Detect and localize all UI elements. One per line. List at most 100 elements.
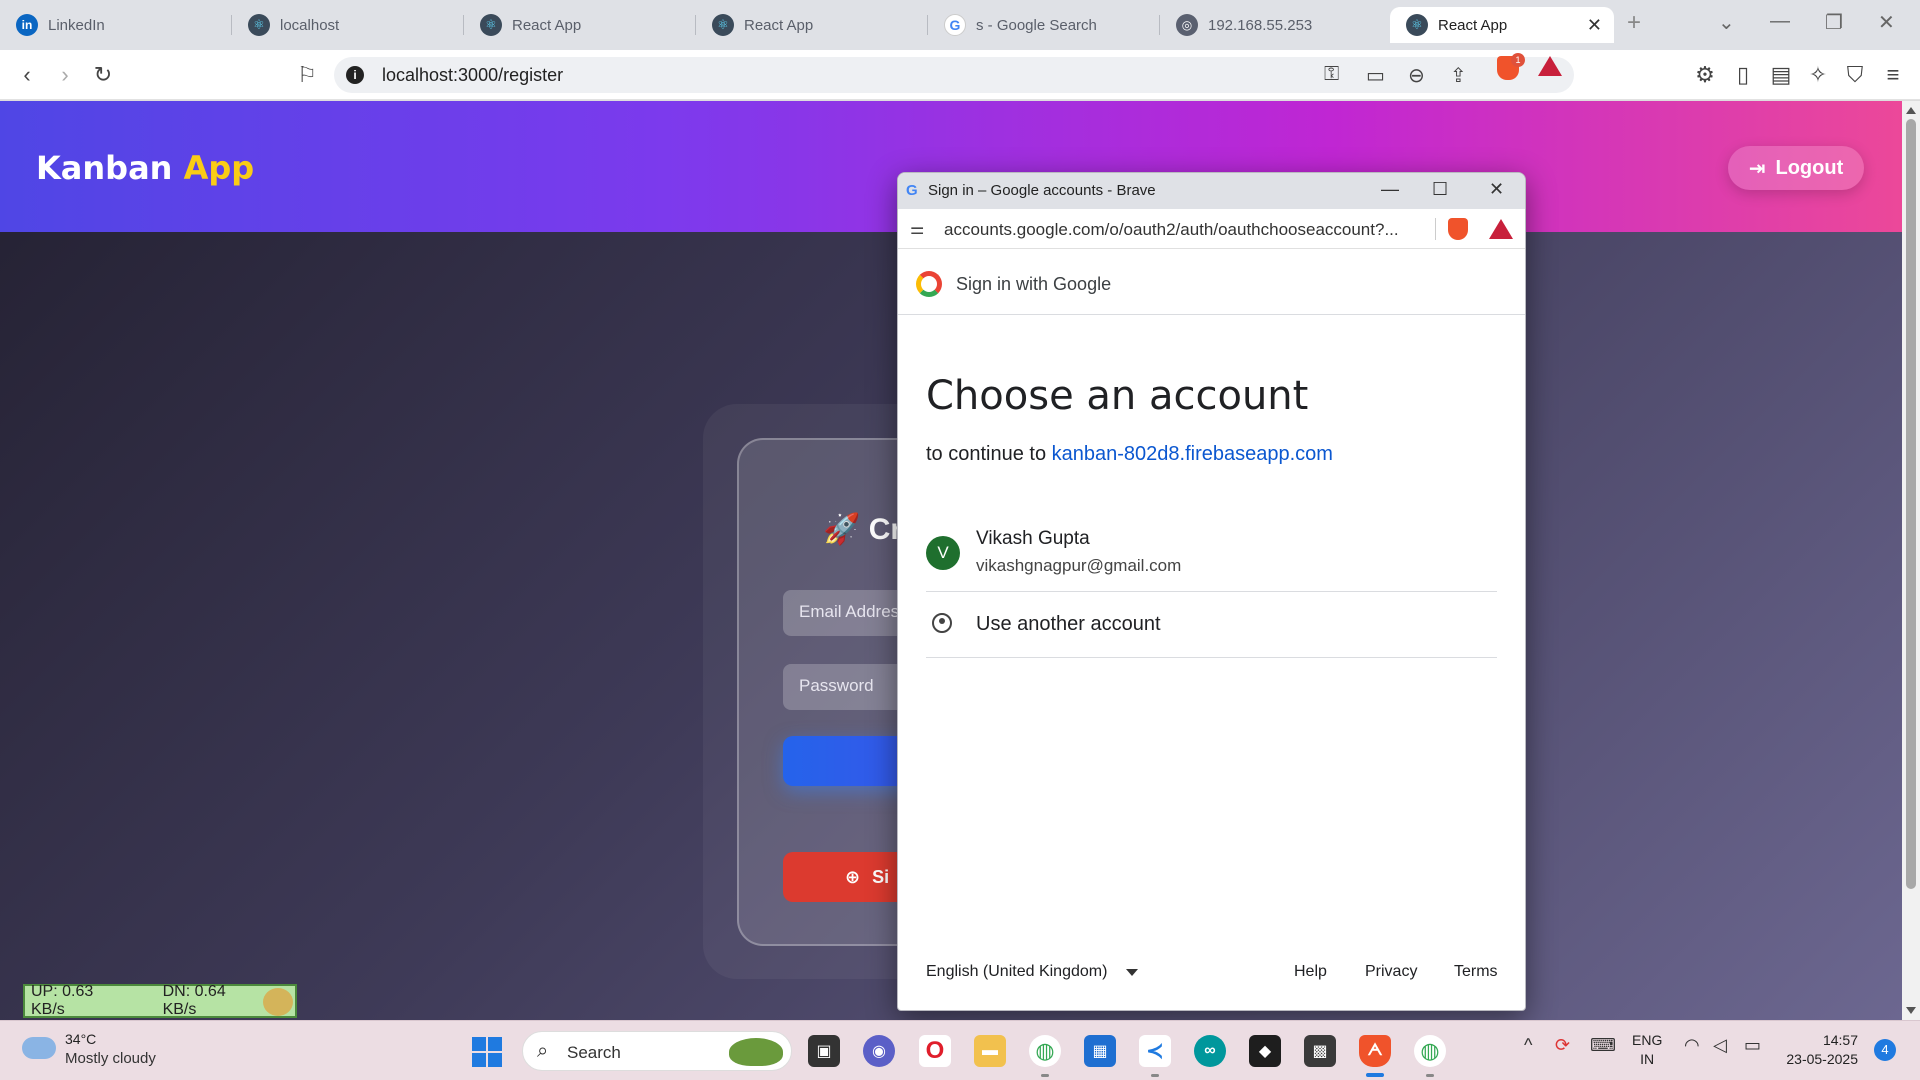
popup-minimize-button[interactable]: — [1381, 179, 1399, 200]
tab-ip-address[interactable]: ◎ 192.168.55.253 [1160, 7, 1392, 43]
logout-button[interactable]: ⇥ Logout [1728, 146, 1864, 190]
tab-localhost[interactable]: ⚛ localhost [232, 7, 464, 43]
tab-label: React App [512, 16, 582, 34]
keyboard-icon[interactable]: ⌨ [1590, 1035, 1616, 1056]
account-circle-icon [932, 613, 952, 633]
brave-rewards-icon[interactable] [1489, 219, 1513, 239]
key-icon[interactable]: ⚿ [1324, 63, 1339, 86]
popup-footer: English (United Kingdom) Help Privacy Te… [898, 963, 1525, 993]
share-icon[interactable]: ⇪ [1450, 63, 1467, 88]
brave-shields-icon[interactable] [1448, 218, 1468, 240]
tab-react-app-2[interactable]: ⚛ React App [696, 7, 928, 43]
language-selector[interactable]: English (United Kingdom) [926, 963, 1107, 981]
address-bar[interactable]: i localhost:3000/register ⚿ ▭ ⊖ ⇪ [334, 57, 1574, 93]
input-language[interactable]: ENG IN [1632, 1031, 1662, 1069]
scroll-up-icon[interactable] [1906, 107, 1916, 114]
scroll-down-icon[interactable] [1906, 1007, 1916, 1014]
close-tab-icon[interactable]: ✕ [1587, 15, 1602, 36]
app-domain-link[interactable]: kanban-802d8.firebaseapp.com [1052, 443, 1333, 465]
menu-icon[interactable]: ≡ [1878, 60, 1908, 90]
wallet-icon[interactable]: ▤ [1766, 60, 1796, 90]
teams-icon[interactable]: ◉ [863, 1035, 895, 1067]
start-button[interactable] [472, 1037, 502, 1067]
minimize-button[interactable]: — [1770, 10, 1790, 33]
reload-icon[interactable]: ↻ [88, 60, 118, 90]
use-another-account-option[interactable]: Use another account [926, 592, 1497, 658]
zoom-out-icon[interactable]: ⊖ [1408, 63, 1425, 88]
dropdown-caret-icon[interactable] [1126, 969, 1138, 976]
tab-google-search[interactable]: G s - Google Search [928, 7, 1160, 43]
privacy-link[interactable]: Privacy [1365, 963, 1417, 981]
brave-icon[interactable]: ᗅ [1359, 1035, 1391, 1067]
arduino-icon[interactable]: ∞ [1194, 1035, 1226, 1067]
chrome-icon[interactable]: ◍ [1029, 1035, 1061, 1067]
browser-tab-bar: in LinkedIn ⚛ localhost ⚛ React App ⚛ Re… [0, 0, 1920, 50]
account-option[interactable]: V Vikash Gupta vikashgnagpur@gmail.com [926, 522, 1497, 592]
site-settings-icon[interactable]: ⚌ [910, 219, 924, 239]
show-hidden-icons-chevron[interactable]: ^ [1524, 1035, 1532, 1056]
tab-label: s - Google Search [976, 16, 1097, 34]
page-scrollbar[interactable] [1902, 101, 1920, 1020]
account-name: Vikash Gupta [976, 528, 1090, 549]
network-monitor: UP: 0.63 KB/s DN: 0.64 KB/s [23, 983, 297, 1018]
back-arrow-icon[interactable]: ‹ [12, 60, 42, 90]
notification-badge[interactable]: 4 [1874, 1039, 1896, 1061]
google-icon: G [906, 182, 918, 199]
card-title: 🚀 Cr [823, 512, 902, 547]
app-brand[interactable]: Kanban App [36, 149, 254, 187]
logout-icon: ⇥ [1748, 157, 1766, 180]
windows-taskbar: 34°C Mostly cloudy ⌕ Search ▣ ◉ O ▬ ◍ ▦ … [0, 1020, 1920, 1080]
popup-close-button[interactable]: ✕ [1489, 179, 1504, 200]
taskbar-search[interactable]: ⌕ Search [522, 1031, 792, 1071]
volume-icon[interactable]: ◁ [1713, 1035, 1727, 1056]
help-link[interactable]: Help [1294, 963, 1327, 981]
language-code: ENG [1632, 1032, 1663, 1048]
popup-maximize-button[interactable]: ☐ [1432, 179, 1448, 200]
close-window-button[interactable]: ✕ [1878, 10, 1895, 35]
file-explorer-icon[interactable]: ▬ [974, 1035, 1006, 1067]
page-title: Choose an account [926, 373, 1309, 419]
sync-icon[interactable]: ⟳ [1555, 1035, 1570, 1056]
react-icon: ⚛ [480, 14, 502, 36]
task-view-icon[interactable]: ▣ [808, 1035, 840, 1067]
search-icon: ⌕ [537, 1040, 549, 1062]
rocket-icon: 🚀 [823, 513, 861, 546]
battery-icon[interactable]: ▭ [1744, 1035, 1761, 1056]
restore-button[interactable]: ❐ [1825, 10, 1843, 35]
tab-react-app-active[interactable]: ⚛ React App ✕ [1390, 7, 1614, 43]
vscode-icon[interactable]: ≺ [1139, 1035, 1171, 1067]
cast-icon[interactable]: ▭ [1366, 63, 1385, 88]
search-highlight-image [729, 1038, 783, 1066]
divider [1435, 218, 1436, 240]
react-icon: ⚛ [1406, 14, 1428, 36]
running-indicator [1151, 1074, 1159, 1077]
address-bar-url[interactable]: localhost:3000/register [382, 65, 563, 86]
sidebar-icon[interactable]: ▯ [1728, 60, 1758, 90]
wifi-icon[interactable]: ◠ [1684, 1035, 1700, 1056]
new-tab-button[interactable]: + [1627, 9, 1641, 37]
brave-rewards-icon[interactable] [1538, 56, 1562, 76]
terms-link[interactable]: Terms [1454, 963, 1498, 981]
bookmark-icon[interactable]: ⚐ [292, 60, 322, 90]
tab-react-app-1[interactable]: ⚛ React App [464, 7, 696, 43]
scrollbar-thumb[interactable] [1906, 119, 1916, 889]
usb-tool-icon[interactable]: ▩ [1304, 1035, 1336, 1067]
extensions-icon[interactable]: ⚙ [1690, 60, 1720, 90]
store-icon[interactable]: ▦ [1084, 1035, 1116, 1067]
system-clock[interactable]: 14:57 23-05-2025 [1778, 1031, 1858, 1069]
figma-icon[interactable]: ◆ [1249, 1035, 1281, 1067]
logout-label: Logout [1775, 156, 1844, 179]
start-tile [488, 1037, 502, 1051]
account-email: vikashgnagpur@gmail.com [976, 556, 1182, 575]
site-info-icon[interactable]: i [346, 66, 364, 84]
tab-search-chevron-icon[interactable]: ⌄ [1718, 10, 1735, 35]
opera-icon[interactable]: O [919, 1035, 951, 1067]
forward-arrow-icon[interactable]: › [50, 60, 80, 90]
vpn-icon[interactable]: ⛉ [1840, 60, 1870, 90]
download-speed: DN: 0.64 KB/s [162, 983, 226, 1018]
leo-ai-icon[interactable]: ✧ [1803, 60, 1833, 90]
tab-label: React App [744, 16, 814, 34]
tab-linkedin[interactable]: in LinkedIn [0, 7, 232, 43]
tab-label: LinkedIn [48, 16, 105, 34]
chrome-profile-icon[interactable]: ◍ [1414, 1035, 1446, 1067]
